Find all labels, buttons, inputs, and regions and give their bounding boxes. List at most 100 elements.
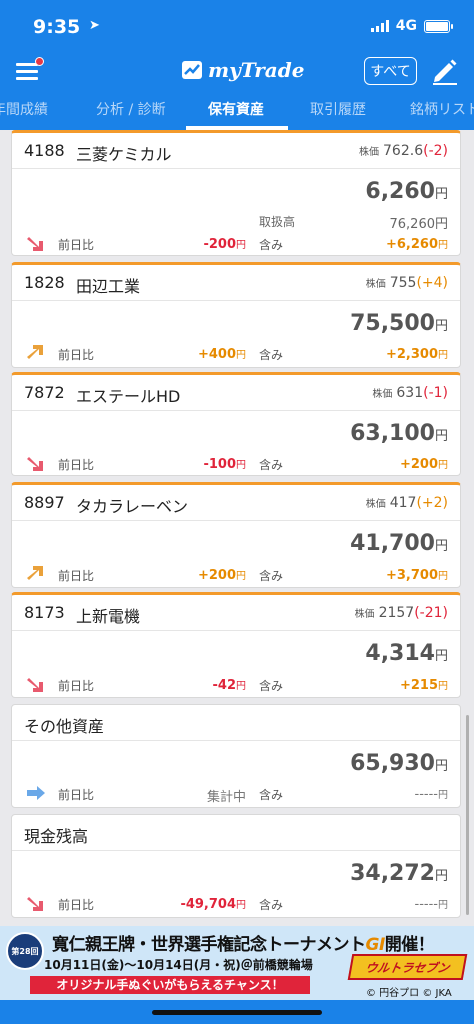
price-change: (+2) (416, 495, 448, 511)
unrealized-value: -----円 (414, 787, 448, 802)
holding-card-header: 1828 田辺工業 株価 755(+4) (12, 265, 460, 301)
banner-dates: 10月11日(金)〜10月14日(月・祝)＠前橋競輪場 (44, 958, 313, 972)
prev-day-diff: -100円 (203, 457, 246, 472)
unrealized-value: +3,700円 (385, 568, 448, 583)
holding-value: 6,260円 (365, 179, 448, 204)
unrealized-value: -----円 (414, 897, 448, 912)
holding-card-header: 4188 三菱ケミカル 株価 762.6(-2) (12, 133, 460, 169)
prev-day-diff: +400円 (197, 347, 246, 362)
unrealized-value: +200円 (399, 457, 448, 472)
banner-copyright: © 円谷プロ © JKA (366, 988, 452, 999)
prev-day-diff: -200円 (203, 237, 246, 252)
network-label: 4G (395, 18, 417, 34)
stock-price: 株価 755(+4) (365, 275, 448, 291)
holding-card-header: 8173 上新電機 株価 2157(-21) (12, 595, 460, 631)
tab-bar: 年間成績 分析 / 診断 保有資産 取引履歴 銘柄リスト (0, 92, 474, 130)
holding-value: 41,700円 (350, 531, 448, 556)
home-indicator[interactable] (152, 1010, 322, 1015)
volume-value: 76,260円 (389, 217, 449, 232)
stock-code: 8173 (24, 603, 65, 622)
stock-price: 株価 2157(-21) (354, 605, 448, 621)
other-assets-title: その他資産 (24, 717, 105, 736)
holding-value: 4,314円 (365, 641, 448, 666)
ad-banner[interactable]: 第28回 寬仁親王牌・世界選手権記念トーナメントGI開催！ 10月11日(金)〜… (0, 926, 474, 1000)
battery-icon (424, 19, 453, 33)
volume-label: 取扱高 (259, 215, 296, 229)
tab-analysis[interactable]: 分析 / 診断 (96, 92, 166, 130)
prev-day-diff: -42円 (212, 678, 247, 693)
app-logo: myTrade (182, 58, 304, 82)
unrealized-label: 含み (259, 569, 284, 583)
unrealized-label: 含み (259, 238, 284, 252)
edit-pencil-icon[interactable] (430, 56, 460, 86)
cash-header: 現金残高 (12, 815, 460, 851)
app-bar: myTrade すべて (0, 50, 474, 92)
prev-day-label: 前日比 (58, 458, 95, 472)
unrealized-label: 含み (259, 788, 284, 802)
price-change: (+4) (416, 275, 448, 291)
stock-price: 株価 762.6(-2) (359, 143, 448, 159)
stock-price: 株価 417(+2) (365, 495, 448, 511)
banner-logo: ウルトラセブン (347, 954, 468, 980)
unrealized-label: 含み (259, 458, 284, 472)
unrealized-label: 含み (259, 898, 284, 912)
stock-name: エステールHD (76, 387, 181, 406)
prev-day-label: 前日比 (58, 238, 95, 252)
up-trend-arrow-icon (27, 566, 43, 580)
holding-card[interactable]: 7872 エステールHD 株価 631(-1) 63,100円 前日比 -100円… (11, 372, 461, 476)
scrollbar[interactable] (466, 715, 469, 915)
stock-name: 田辺工業 (76, 277, 141, 296)
tab-trade-history[interactable]: 取引履歴 (310, 92, 366, 130)
all-button[interactable]: すべて (364, 57, 417, 85)
stock-name: 上新電機 (76, 607, 141, 626)
unrealized-value: +2,300円 (385, 347, 448, 362)
price-change: (-21) (414, 605, 448, 621)
other-assets-header: その他資産 (12, 705, 460, 741)
banner-badge: 第28回 (6, 932, 44, 970)
prev-day-label: 前日比 (58, 788, 95, 802)
down-trend-arrow-icon (27, 678, 43, 692)
holding-card[interactable]: 4188 三菱ケミカル 株価 762.6(-2) 6,260円 取扱高 76,26… (11, 130, 461, 256)
prev-day-label: 前日比 (58, 569, 95, 583)
holding-card[interactable]: 8897 タカラレーベン 株価 417(+2) 41,700円 前日比 +200円… (11, 482, 461, 588)
stock-name: 三菱ケミカル (76, 145, 172, 164)
banner-title: 寬仁親王牌・世界選手権記念トーナメントGI開催！ (52, 935, 435, 955)
prev-day-label: 前日比 (58, 898, 95, 912)
holdings-list[interactable]: 4188 三菱ケミカル 株価 762.6(-2) 6,260円 取扱高 76,26… (0, 130, 474, 926)
holding-value: 63,100円 (350, 421, 448, 446)
other-assets-card[interactable]: その他資産 65,930円 前日比 集計中 含み -----円 (11, 704, 461, 808)
stock-price: 株価 631(-1) (372, 385, 448, 401)
status-right: 4G (370, 18, 453, 34)
banner-promo: オリジナル手ぬぐいがもらえるチャンス！ (30, 976, 310, 994)
stock-name: タカラレーベン (76, 497, 189, 516)
location-arrow-icon: ➤ (89, 18, 100, 33)
tab-stock-list[interactable]: 銘柄リスト (410, 92, 474, 130)
unrealized-label: 含み (259, 679, 284, 693)
logo-mark-icon (182, 61, 202, 79)
holding-value: 75,500円 (350, 311, 448, 336)
holding-card[interactable]: 1828 田辺工業 株価 755(+4) 75,500円 前日比 +400円 含み… (11, 262, 461, 368)
up-trend-arrow-icon (27, 345, 43, 359)
menu-button[interactable] (14, 57, 44, 84)
price-change: (-2) (423, 143, 448, 159)
down-trend-arrow-icon (27, 237, 43, 251)
holding-card[interactable]: 8173 上新電機 株価 2157(-21) 4,314円 前日比 -42円 含み… (11, 592, 461, 698)
tab-annual-results[interactable]: 年間成績 (0, 92, 48, 130)
tab-holdings[interactable]: 保有資産 (208, 92, 264, 130)
down-trend-arrow-icon (27, 897, 43, 911)
cash-card[interactable]: 現金残高 34,272円 前日比 -49,704円 含み -----円 (11, 814, 461, 918)
flat-trend-arrow-icon (27, 786, 45, 800)
holding-card-header: 7872 エステールHD 株価 631(-1) (12, 375, 460, 411)
down-trend-arrow-icon (27, 457, 43, 471)
status-time: 9:35 (33, 16, 81, 38)
price-change: (-1) (423, 385, 448, 401)
status-bar: 9:35 ➤ 4G (0, 0, 474, 50)
cash-value: 34,272円 (350, 861, 448, 886)
stock-code: 1828 (24, 273, 65, 292)
stock-code: 4188 (24, 141, 65, 160)
prev-day-diff: -49,704円 (180, 897, 246, 912)
prev-day-diff: +200円 (197, 568, 246, 583)
other-assets-value: 65,930円 (350, 751, 448, 776)
prev-day-label: 前日比 (58, 679, 95, 693)
prev-day-label: 前日比 (58, 348, 95, 362)
